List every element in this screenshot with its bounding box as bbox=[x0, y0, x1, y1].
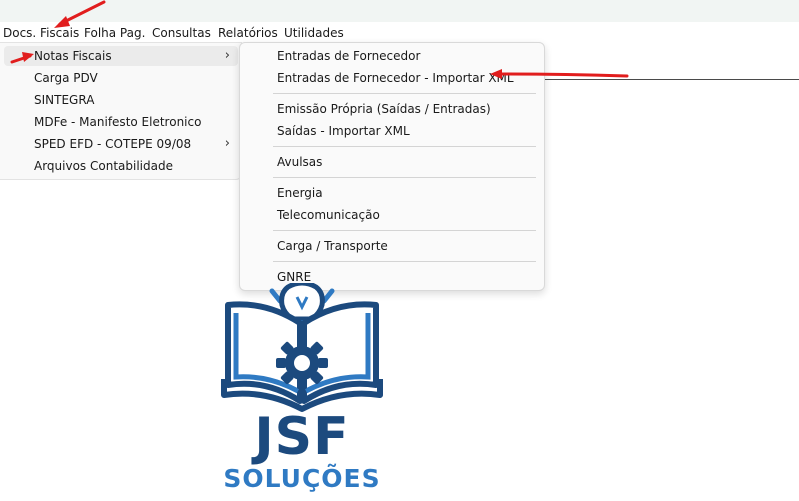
menu-item-label: MDFe - Manifesto Eletronico bbox=[34, 115, 202, 129]
menu-folha-pag[interactable]: Folha Pag. bbox=[84, 25, 145, 41]
submenu-item-saidas-importar-xml[interactable]: Saídas - Importar XML bbox=[244, 121, 540, 141]
submenu-item-carga-transporte[interactable]: Carga / Transporte bbox=[244, 236, 540, 256]
menu-item-mdfe[interactable]: MDFe - Manifesto Eletronico bbox=[4, 112, 238, 132]
submenu-item-importar-xml-entradas[interactable]: Entradas de Fornecedor - Importar XML bbox=[244, 68, 540, 88]
menu-separator bbox=[273, 93, 536, 94]
menu-item-sintegra[interactable]: SINTEGRA bbox=[4, 90, 238, 110]
menu-item-notas-fiscais[interactable]: Notas Fiscais › bbox=[4, 46, 238, 66]
menu-utilidades[interactable]: Utilidades bbox=[284, 25, 344, 41]
menu-item-arquivos-contabilidade[interactable]: Arquivos Contabilidade bbox=[4, 156, 238, 176]
notas-fiscais-submenu: Entradas de Fornecedor Entradas de Forne… bbox=[239, 42, 545, 291]
content-divider bbox=[540, 79, 799, 80]
menu-separator bbox=[273, 177, 536, 178]
chevron-right-icon: › bbox=[224, 48, 230, 63]
menu-item-label: Notas Fiscais bbox=[34, 49, 112, 63]
menu-item-label: SPED EFD - COTEPE 09/08 bbox=[34, 137, 192, 151]
menu-separator bbox=[273, 230, 536, 231]
menu-item-label: Arquivos Contabilidade bbox=[34, 159, 173, 173]
submenu-item-entradas-fornecedor[interactable]: Entradas de Fornecedor bbox=[244, 46, 540, 66]
jsf-logo: JSF SOLUÇÕES bbox=[220, 280, 384, 497]
submenu-item-emissao-propria[interactable]: Emissão Própria (Saídas / Entradas) bbox=[244, 99, 540, 119]
submenu-item-avulsas[interactable]: Avulsas bbox=[244, 152, 540, 172]
menu-item-label: SINTEGRA bbox=[34, 93, 95, 107]
logo-tagline-text: SOLUÇÕES bbox=[223, 464, 381, 493]
menu-item-label: Carga PDV bbox=[34, 71, 98, 85]
menu-item-sped-efd[interactable]: SPED EFD - COTEPE 09/08 › bbox=[4, 134, 238, 154]
window-title-strip bbox=[0, 0, 799, 22]
menu-bar: Docs. Fiscais Folha Pag. Consultas Relat… bbox=[0, 22, 799, 42]
submenu-item-energia[interactable]: Energia bbox=[244, 183, 540, 203]
submenu-item-telecomunicacao[interactable]: Telecomunicação bbox=[244, 205, 540, 225]
menu-item-carga-pdv[interactable]: Carga PDV bbox=[4, 68, 238, 88]
chevron-right-icon: › bbox=[224, 136, 230, 151]
menu-separator bbox=[273, 261, 536, 262]
menu-relatorios[interactable]: Relatórios bbox=[218, 25, 278, 41]
logo-brand-text: JSF bbox=[254, 407, 350, 467]
menu-docs-fiscais[interactable]: Docs. Fiscais bbox=[3, 25, 79, 41]
docs-fiscais-dropdown: Notas Fiscais › Carga PDV SINTEGRA MDFe … bbox=[0, 42, 242, 180]
menu-separator bbox=[273, 146, 536, 147]
menu-consultas[interactable]: Consultas bbox=[152, 25, 211, 41]
